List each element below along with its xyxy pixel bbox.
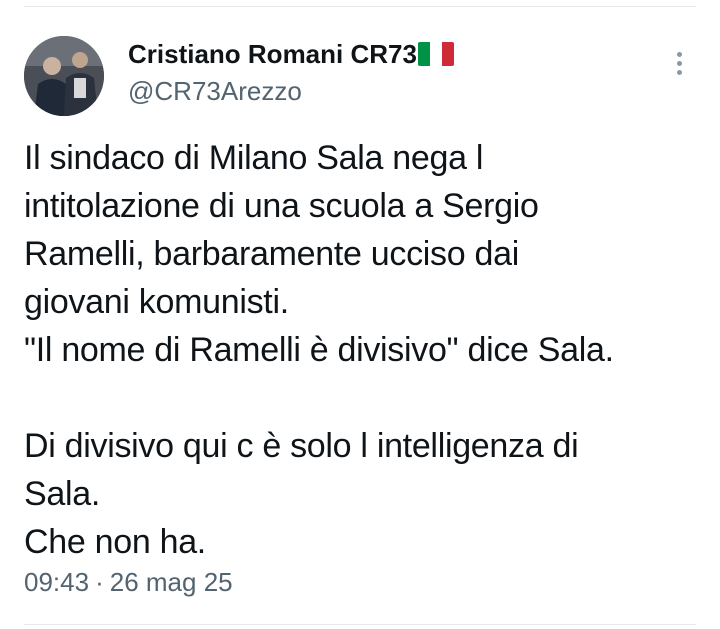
tweet-date: 26 mag 25 [109, 567, 233, 597]
more-vertical-icon-dot [677, 61, 682, 66]
tweet-timestamp[interactable]: 09:43 · 26 mag 25 [24, 565, 233, 599]
author-handle[interactable]: @CR73Arezzo [128, 75, 302, 107]
author-name[interactable]: Cristiano Romani CR73 [128, 38, 454, 70]
avatar[interactable] [24, 36, 104, 116]
tweet-line: Ramelli, barbaramente ucciso dai [24, 235, 519, 273]
tweet-line: Sala. [24, 475, 100, 513]
italy-flag-icon [417, 42, 454, 66]
tweet-line: giovani komunisti. [24, 283, 289, 321]
tweet-line: "Il nome di Ramelli è divisivo" dice Sal… [24, 331, 614, 369]
meta-separator: · [95, 567, 104, 597]
tweet-line: Di divisivo qui c è solo l intelligenza … [24, 427, 579, 465]
tweet-time: 09:43 [24, 567, 90, 597]
tweet-text: Il sindaco di Milano Sala nega l intitol… [24, 134, 696, 566]
top-divider [24, 6, 696, 7]
more-options-button[interactable] [664, 46, 696, 82]
author-name-text: Cristiano Romani CR73 [128, 39, 417, 69]
more-vertical-icon-dot [677, 70, 682, 75]
tweet-line: Che non ha. [24, 523, 206, 561]
tweet-line: Il sindaco di Milano Sala nega l [24, 139, 484, 177]
avatar-photo [24, 36, 104, 116]
tweet-line: intitolazione di una scuola a Sergio [24, 187, 539, 225]
tweet-line [24, 374, 696, 422]
more-vertical-icon-dot [677, 52, 682, 57]
bottom-divider [24, 624, 696, 625]
